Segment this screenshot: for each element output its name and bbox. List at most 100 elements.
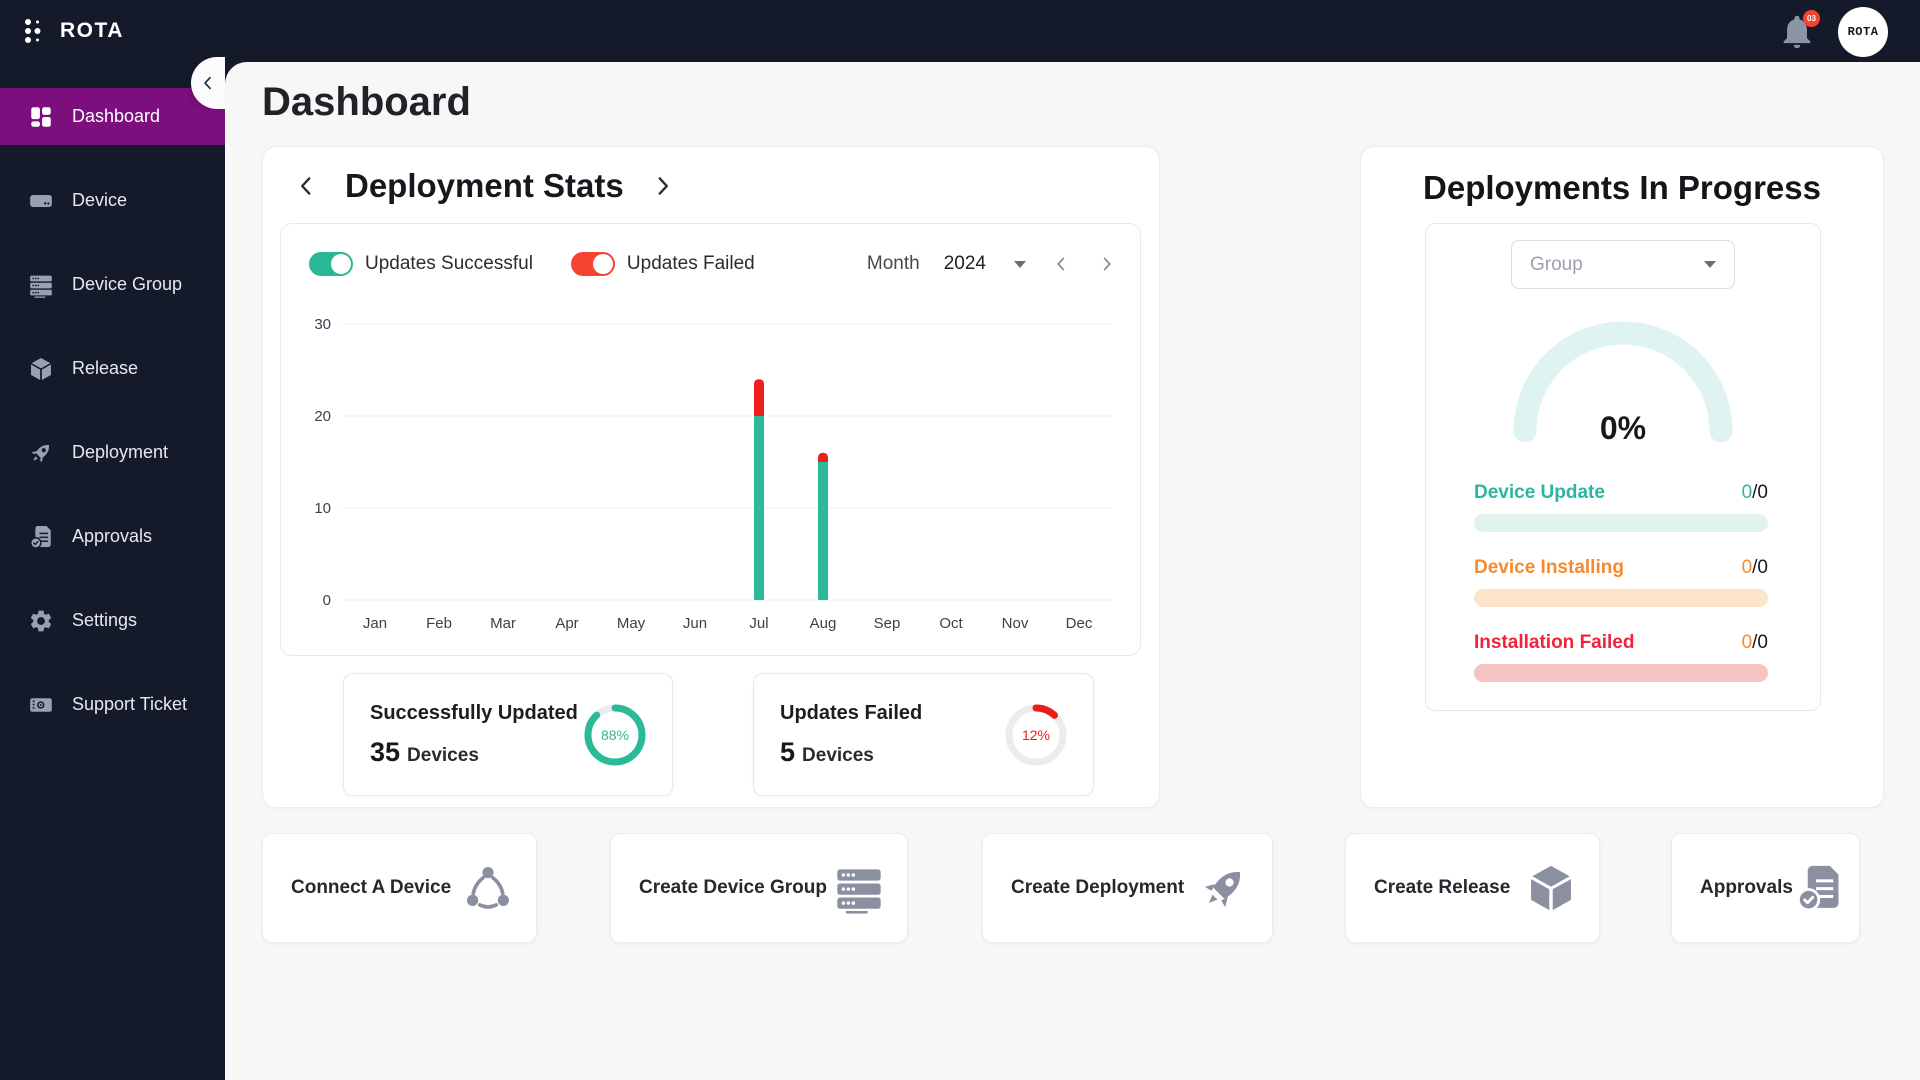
sidebar-item-deployment[interactable]: Deployment xyxy=(0,424,225,481)
failed-donut-chart: 12% xyxy=(1005,704,1067,765)
progress-bar xyxy=(1474,589,1768,607)
progress-values: 0/0 xyxy=(1741,482,1768,503)
svg-text:Oct: Oct xyxy=(939,615,963,632)
year-prev-button[interactable] xyxy=(1050,253,1072,275)
summary-count: 35 xyxy=(370,736,401,767)
deployments-in-progress-title: Deployments In Progress xyxy=(1423,169,1821,206)
year-select[interactable]: 2024 xyxy=(944,253,1026,275)
deployment-stats-card: Deployment Stats Updates Successful Upda… xyxy=(262,146,1160,808)
device-icon xyxy=(28,188,54,214)
summary-title: Successfully Updated xyxy=(370,701,578,724)
progress-row-installation-failed: Installation Failed 0/0 xyxy=(1474,632,1768,682)
updates-successful-label: Updates Successful xyxy=(365,253,533,274)
chevron-left-icon xyxy=(204,76,211,90)
sidebar-item-label: Release xyxy=(72,358,139,378)
device-group-icon xyxy=(833,862,885,914)
svg-text:12%: 12% xyxy=(1022,727,1050,743)
quick-action-approvals[interactable]: Approvals xyxy=(1671,833,1860,943)
caret-down-icon xyxy=(1014,260,1026,268)
updates-failed-card: Updates Failed 5 Devices 12% xyxy=(753,673,1094,796)
toggle-updates-successful[interactable]: Updates Successful xyxy=(309,252,533,276)
sidebar-item-dashboard[interactable]: Dashboard xyxy=(0,88,225,145)
deployment-stats-chart: 0 10 20 30 Jan Feb Mar Apr May Jun Jul Aug Sep Oct Nov… xyxy=(314,316,1111,632)
ticket-icon xyxy=(28,692,54,718)
chart-panel: Updates Successful Updates Failed Month … xyxy=(280,223,1141,656)
app-logo: ROTA xyxy=(20,0,124,62)
progress-rows: Device Update 0/0 Device Installing 0/0 Inst… xyxy=(1474,482,1768,707)
sidebar-item-device-group[interactable]: Device Group xyxy=(0,256,225,313)
quick-action-create-device-group[interactable]: Create Device Group xyxy=(610,833,908,943)
stats-card-title: Deployment Stats xyxy=(345,167,624,204)
sidebar-item-label: Device xyxy=(72,190,128,210)
doc-check-icon xyxy=(1793,862,1845,914)
quick-action-connect-a-device[interactable]: Connect A Device xyxy=(262,833,537,943)
sidebar-item-device[interactable]: Device xyxy=(0,172,225,229)
svg-text:20: 20 xyxy=(314,408,331,425)
svg-text:May: May xyxy=(617,615,646,632)
quick-action-create-deployment[interactable]: Create Deployment xyxy=(982,833,1273,943)
progress-label: Device Installing xyxy=(1474,557,1624,578)
sidebar-item-release[interactable]: Release xyxy=(0,340,225,397)
updates-successful-toggle[interactable] xyxy=(309,252,353,276)
doc-check-icon xyxy=(28,524,54,550)
summary-unit: Devices xyxy=(802,744,874,766)
gauge-percent: 0% xyxy=(1600,410,1646,446)
progress-values: 0/0 xyxy=(1741,557,1768,578)
top-bar: ROTA 03 ROTA xyxy=(0,0,1920,62)
sidebar-item-label: Dashboard xyxy=(72,106,161,126)
svg-text:Jun: Jun xyxy=(683,615,707,632)
summary-title: Updates Failed xyxy=(780,701,923,724)
sidebar-item-label: Approvals xyxy=(72,526,153,546)
svg-text:Nov: Nov xyxy=(1002,615,1029,632)
sidebar-item-label: Deployment xyxy=(72,442,169,462)
svg-text:10: 10 xyxy=(314,500,331,517)
svg-text:Aug: Aug xyxy=(810,615,837,632)
sidebar-item-label: Support Ticket xyxy=(72,694,188,714)
svg-text:30: 30 xyxy=(314,316,331,333)
user-avatar[interactable]: ROTA xyxy=(1838,7,1888,57)
updates-failed-toggle[interactable] xyxy=(570,252,615,276)
svg-text:0: 0 xyxy=(323,592,331,609)
summary-count: 5 xyxy=(780,736,796,767)
group-select[interactable]: Group xyxy=(1511,240,1735,289)
svg-text:Feb: Feb xyxy=(426,615,452,632)
progress-bar xyxy=(1474,514,1768,532)
year-value: 2024 xyxy=(943,253,986,274)
sidebar-item-support-ticket[interactable]: Support Ticket xyxy=(0,676,225,733)
successfully-updated-card: Successfully Updated 35 Devices 88% xyxy=(343,673,673,796)
progress-values: 0/0 xyxy=(1741,632,1768,653)
progress-label: Installation Failed xyxy=(1474,632,1635,653)
stats-prev-button[interactable] xyxy=(293,173,319,199)
rota-logo-dots-icon xyxy=(20,16,48,46)
svg-text:Jan: Jan xyxy=(363,615,387,632)
connect-icon xyxy=(462,862,514,914)
stats-next-button[interactable] xyxy=(650,173,676,199)
deployments-in-progress-panel: Group 0% Device Update 0/0 Device Installi… xyxy=(1425,223,1821,711)
svg-text:Dec: Dec xyxy=(1066,615,1093,632)
updates-failed-label: Updates Failed xyxy=(626,253,755,274)
rocket-icon xyxy=(28,440,54,466)
quick-action-label: Create Release xyxy=(1374,877,1511,898)
sidebar-item-settings[interactable]: Settings xyxy=(0,592,225,649)
gear-icon xyxy=(28,608,54,634)
notification-badge: 03 xyxy=(1803,10,1820,27)
device-group-icon xyxy=(28,272,54,298)
dashboard-icon xyxy=(28,104,54,130)
year-next-button[interactable] xyxy=(1096,253,1118,275)
sidebar-item-approvals[interactable]: Approvals xyxy=(0,508,225,565)
success-donut-chart: 88% xyxy=(584,704,646,765)
svg-text:Sep: Sep xyxy=(874,615,901,632)
sidebar-item-label: Settings xyxy=(72,610,138,630)
notifications-button[interactable]: 03 xyxy=(1778,10,1820,51)
toggle-updates-failed[interactable]: Updates Failed xyxy=(570,252,755,276)
quick-action-label: Create Device Group xyxy=(639,877,827,898)
caret-down-icon xyxy=(1704,261,1716,268)
svg-text:Apr: Apr xyxy=(555,615,578,632)
app-name: ROTA xyxy=(60,19,124,42)
svg-text:Mar: Mar xyxy=(490,615,516,632)
quick-action-create-release[interactable]: Create Release xyxy=(1345,833,1600,943)
quick-action-label: Connect A Device xyxy=(291,877,452,898)
sidebar-item-label: Device Group xyxy=(72,274,183,294)
app-window: ROTA 03 ROTA Dashboard Device Device Group… xyxy=(0,0,1920,1080)
quick-action-label: Approvals xyxy=(1700,877,1793,898)
